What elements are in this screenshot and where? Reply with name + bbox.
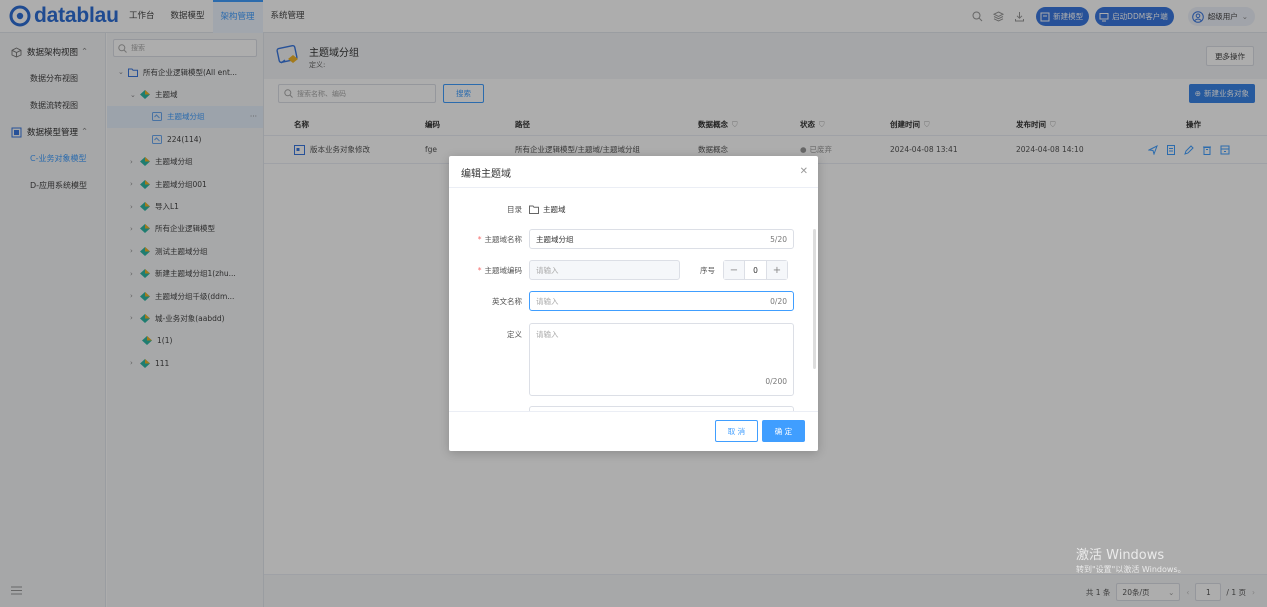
domain-code-placeholder: 请输入 <box>536 265 559 275</box>
confirm-button[interactable]: 确 定 <box>762 420 805 442</box>
cancel-button[interactable]: 取 消 <box>715 420 758 442</box>
watermark-title: 激活 Windows <box>1076 548 1165 563</box>
definition-label: 定义 <box>507 330 522 339</box>
folder-icon <box>529 205 539 214</box>
activation-watermark: 激活 Windows 转到"设置"以激活 Windows。 <box>1076 544 1186 575</box>
english-name-row: 英文名称 请输入 0/20 <box>449 291 794 311</box>
decrement-button[interactable]: − <box>724 261 744 279</box>
english-name-placeholder: 请输入 <box>536 296 559 306</box>
domain-code-label: * 主题域编码 <box>449 265 529 276</box>
directory-row: 目录 主题域 <box>449 199 566 219</box>
domain-name-label: * 主题域名称 <box>449 234 529 245</box>
directory-value: 主题域 <box>543 204 566 214</box>
increment-button[interactable]: + <box>767 261 787 279</box>
domain-code-input[interactable]: 请输入 <box>529 260 680 280</box>
english-name-count: 0/20 <box>770 296 787 306</box>
dialog-header: 编辑主题域 ✕ <box>449 156 818 188</box>
sequence-stepper: − 0 + <box>723 260 788 280</box>
english-name-input[interactable]: 请输入 0/20 <box>529 291 794 311</box>
domain-name-input[interactable]: 主题域分组 5/20 <box>529 229 794 249</box>
label-text: 主题域名称 <box>484 234 523 244</box>
definition-placeholder: 请输入 <box>536 330 559 339</box>
domain-name-count: 5/20 <box>770 234 787 244</box>
domain-code-row: * 主题域编码 请输入 序号 − 0 + <box>449 260 788 280</box>
domain-name-value: 主题域分组 <box>536 234 574 244</box>
directory-label: 目录 <box>507 204 522 214</box>
english-name-label: 英文名称 <box>492 296 522 306</box>
label-text: 主题域编码 <box>484 265 523 275</box>
close-icon[interactable]: ✕ <box>800 166 808 177</box>
definition-row: 定义 请输入 0/200 <box>449 323 794 396</box>
edit-domain-dialog: 编辑主题域 ✕ 目录 主题域 * 主题域名称 主题域分组 5/20 * 主题域编码 请… <box>449 156 818 451</box>
required-mark: * <box>477 265 482 275</box>
domain-name-row: * 主题域名称 主题域分组 5/20 <box>449 229 794 249</box>
required-mark: * <box>477 234 482 244</box>
dialog-footer: 取 消 确 定 <box>449 411 818 451</box>
definition-count: 0/200 <box>765 377 787 386</box>
definition-textarea[interactable]: 请输入 0/200 <box>529 323 794 396</box>
dialog-body: 目录 主题域 * 主题域名称 主题域分组 5/20 * 主题域编码 请输入 序号 − … <box>449 189 818 411</box>
sequence-label: 序号 <box>700 265 715 275</box>
dialog-scrollbar[interactable] <box>813 229 816 369</box>
dialog-title: 编辑主题域 <box>461 169 511 180</box>
sequence-value[interactable]: 0 <box>744 261 767 279</box>
watermark-subtitle: 转到"设置"以激活 Windows。 <box>1076 565 1186 574</box>
